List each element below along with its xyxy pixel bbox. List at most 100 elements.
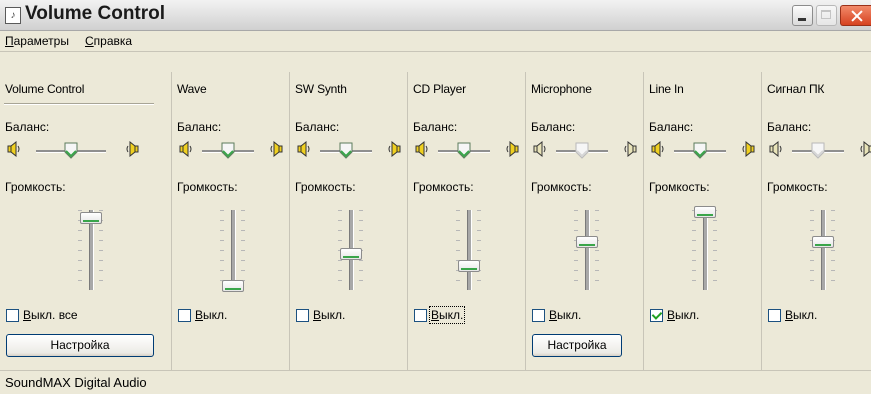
balance-slider[interactable]	[64, 142, 78, 159]
speaker-left-icon	[414, 140, 430, 158]
status-bar: SoundMAX Digital Audio	[0, 370, 871, 394]
mute-checkbox[interactable]	[6, 309, 19, 322]
balance-slider[interactable]	[339, 142, 353, 159]
volume-slider[interactable]	[694, 205, 716, 218]
balance-slider[interactable]	[693, 142, 707, 159]
mixer-panel: SW Synth Баланс: Громкость: Выкл.	[289, 72, 407, 370]
balance-label: Баланс:	[649, 120, 694, 134]
balance-slider[interactable]	[221, 142, 235, 159]
panel-title: Microphone	[531, 82, 592, 96]
volume-track	[585, 210, 590, 290]
volume-ticks-left	[810, 210, 814, 290]
panel-title: Сигнал ПК	[767, 82, 825, 96]
volume-track	[231, 210, 236, 290]
mute-label[interactable]: Выкл. все	[23, 308, 78, 322]
volume-slider[interactable]	[812, 236, 834, 248]
volume-ticks-left	[220, 210, 224, 290]
mixer-panel: CD Player Баланс: Громкость: Выкл.	[407, 72, 525, 370]
panel-title: Volume Control	[5, 82, 85, 96]
title-divider	[4, 103, 154, 104]
speaker-right-icon	[504, 140, 520, 158]
speaker-left-icon	[768, 140, 784, 158]
mute-label[interactable]: Выкл.	[428, 306, 466, 324]
volume-label: Громкость:	[649, 180, 710, 194]
volume-label: Громкость:	[177, 180, 238, 194]
advanced-button[interactable]: Настройка	[532, 334, 622, 357]
mute-checkbox[interactable]	[650, 309, 663, 322]
balance-label: Баланс:	[295, 120, 340, 134]
panel-title: SW Synth	[295, 82, 347, 96]
volume-track	[821, 210, 826, 290]
speaker-left-icon	[6, 140, 22, 158]
volume-ticks-right	[831, 210, 835, 290]
balance-label: Баланс:	[531, 120, 576, 134]
volume-ticks-right	[595, 210, 599, 290]
mute-checkbox[interactable]	[532, 309, 545, 322]
volume-slider[interactable]	[340, 248, 362, 260]
mute-label[interactable]: Выкл.	[667, 308, 699, 322]
panel-title: Line In	[649, 82, 684, 96]
speaker-right-icon	[268, 140, 284, 158]
mute-checkbox[interactable]	[414, 309, 427, 322]
maximize-button	[816, 5, 837, 26]
volume-label: Громкость:	[295, 180, 356, 194]
panel-title: Wave	[177, 82, 207, 96]
volume-label: Громкость:	[767, 180, 828, 194]
advanced-button-label: Настройка	[50, 338, 110, 352]
volume-ticks-right	[241, 210, 245, 290]
advanced-button-label: Настройка	[547, 338, 607, 352]
mute-label[interactable]: Выкл.	[313, 308, 345, 322]
volume-track	[703, 210, 708, 290]
volume-slider[interactable]	[576, 236, 598, 248]
mixer-panel: Wave Баланс: Громкость: Выкл.	[171, 72, 289, 370]
minimize-button[interactable]	[792, 5, 813, 26]
volume-label: Громкость:	[5, 180, 66, 194]
mute-checkbox[interactable]	[178, 309, 191, 322]
speaker-right-icon	[622, 140, 638, 158]
speaker-left-icon	[650, 140, 666, 158]
volume-ticks-right	[477, 210, 481, 290]
volume-ticks-left	[574, 210, 578, 290]
volume-ticks-left	[692, 210, 696, 290]
close-button[interactable]	[840, 5, 871, 26]
balance-label: Баланс:	[177, 120, 222, 134]
speaker-left-icon	[178, 140, 194, 158]
menu-parameters[interactable]: Параметры	[5, 34, 69, 48]
volume-control-window: ♪ Volume Control Параметры Справка Volum…	[0, 0, 871, 394]
volume-slider[interactable]	[80, 212, 102, 224]
speaker-icon[interactable]: ♪	[5, 7, 21, 24]
balance-slider[interactable]	[575, 142, 589, 159]
volume-label: Громкость:	[413, 180, 474, 194]
panel-title: CD Player	[413, 82, 466, 96]
title-bar[interactable]: ♪ Volume Control	[0, 0, 871, 31]
volume-slider[interactable]	[458, 260, 480, 272]
menu-help[interactable]: Справка	[85, 34, 132, 48]
mute-checkbox[interactable]	[768, 309, 781, 322]
speaker-right-icon	[858, 140, 871, 158]
mixer-panel: Line In Баланс: Громкость: Выкл.	[643, 72, 761, 370]
balance-label: Баланс:	[5, 120, 50, 134]
volume-track	[467, 210, 472, 290]
speaker-left-icon	[296, 140, 312, 158]
mixer-panel: Сигнал ПК Баланс: Громкость: Выкл.	[761, 72, 871, 370]
mute-label[interactable]: Выкл.	[785, 308, 817, 322]
volume-ticks-right	[713, 210, 717, 290]
volume-slider[interactable]	[222, 280, 244, 292]
balance-slider[interactable]	[811, 142, 825, 159]
status-text: SoundMAX Digital Audio	[5, 375, 147, 390]
menu-bar: Параметры Справка	[0, 31, 871, 52]
balance-label: Баланс:	[413, 120, 458, 134]
speaker-left-icon	[532, 140, 548, 158]
mute-label[interactable]: Выкл.	[195, 308, 227, 322]
mute-label[interactable]: Выкл.	[549, 308, 581, 322]
mixer-panel: Volume Control Баланс: Громкость: Выкл. все…	[0, 72, 171, 370]
mixer-panel: Microphone Баланс: Громкость: Выкл. Настройк…	[525, 72, 643, 370]
speaker-right-icon	[124, 140, 140, 158]
advanced-button[interactable]: Настройка	[6, 334, 154, 357]
mute-checkbox[interactable]	[296, 309, 309, 322]
volume-ticks-left	[456, 210, 460, 290]
volume-label: Громкость:	[531, 180, 592, 194]
window-title: Volume Control	[25, 3, 166, 24]
balance-label: Баланс:	[767, 120, 812, 134]
balance-slider[interactable]	[457, 142, 471, 159]
